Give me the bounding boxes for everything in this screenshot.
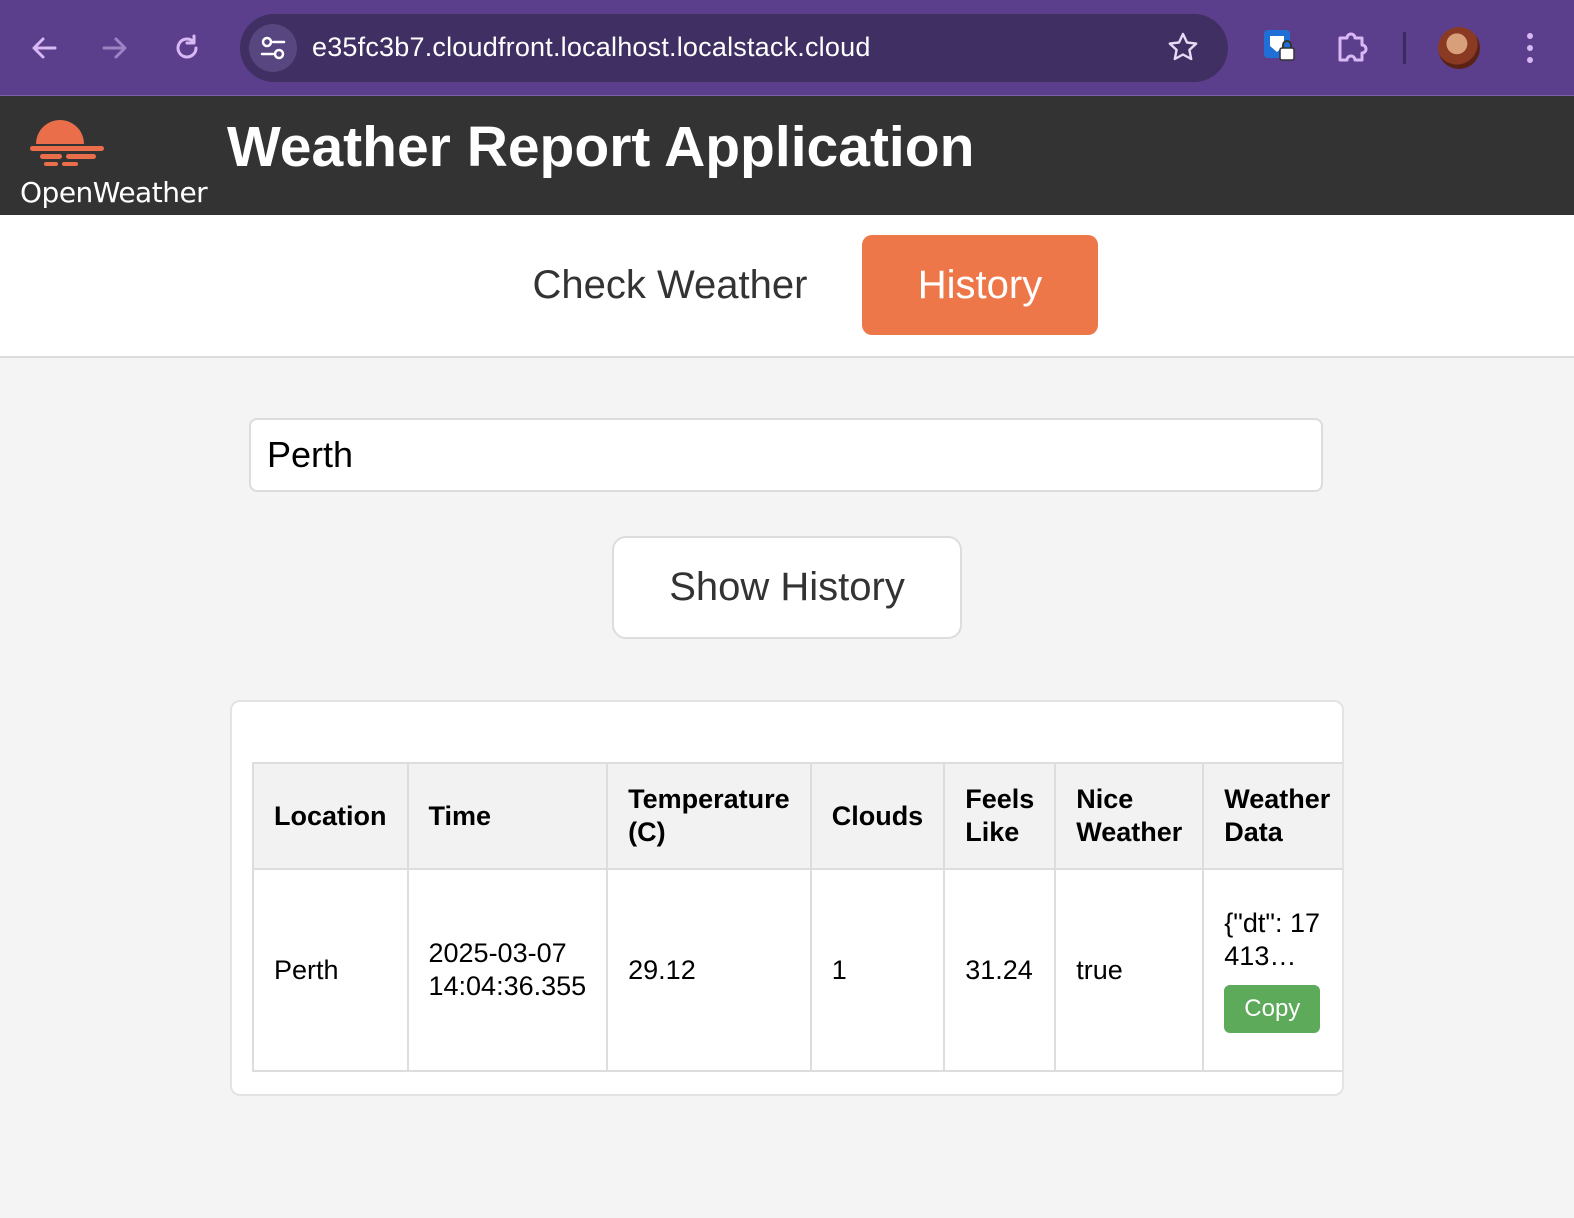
sun-logo-icon xyxy=(30,120,104,166)
reload-icon[interactable] xyxy=(169,30,205,66)
address-bar[interactable]: e35fc3b7.cloudfront.localhost.localstack… xyxy=(240,14,1228,82)
cell-location: Perth xyxy=(252,868,409,1072)
browser-toolbar: e35fc3b7.cloudfront.localhost.localstack… xyxy=(0,0,1574,96)
toolbar-divider xyxy=(1403,32,1406,64)
column-header-weather-data: Weather Data xyxy=(1202,762,1342,870)
tab-history[interactable]: History xyxy=(862,235,1098,335)
history-results-card: Location Time Temperature (C) Clouds Fee… xyxy=(230,700,1344,1096)
site-settings-icon[interactable] xyxy=(249,24,297,72)
column-header-feels-like: Feels Like xyxy=(943,762,1057,870)
column-header-time: Time xyxy=(406,762,609,870)
tab-check-weather[interactable]: Check Weather xyxy=(500,235,840,335)
page-title: Weather Report Application xyxy=(227,115,975,179)
tab-bar: Check Weather History xyxy=(0,215,1574,358)
column-header-location: Location xyxy=(252,762,409,870)
copy-button[interactable]: Copy xyxy=(1224,985,1321,1033)
cell-temperature: 29.12 xyxy=(606,868,812,1072)
profile-avatar[interactable] xyxy=(1438,27,1480,69)
weather-data-json-preview: {"dt": 17413… xyxy=(1224,908,1321,971)
bookmark-star-icon[interactable] xyxy=(1166,30,1200,69)
cell-nice-weather: true xyxy=(1054,868,1205,1072)
cell-feels-like: 31.24 xyxy=(943,868,1057,1072)
location-search-input[interactable] xyxy=(249,418,1323,492)
show-history-button[interactable]: Show History xyxy=(612,536,962,639)
history-table: Location Time Temperature (C) Clouds Fee… xyxy=(252,762,1342,1072)
column-header-clouds: Clouds xyxy=(809,762,946,870)
app-header: OpenWeather Weather Report Application xyxy=(0,96,1574,215)
column-header-temperature: Temperature (C) xyxy=(606,762,812,870)
cell-time: 2025-03-07 14:04:36.355 xyxy=(406,868,609,1072)
back-arrow-icon[interactable] xyxy=(26,30,62,66)
forward-arrow-icon[interactable] xyxy=(97,30,133,66)
table-row: Perth 2025-03-07 14:04:36.355 29.12 1 31… xyxy=(252,868,1342,1072)
openweather-logo[interactable]: OpenWeather xyxy=(18,112,208,209)
extensions-puzzle-icon[interactable] xyxy=(1334,28,1370,69)
cell-weather-data: {"dt": 17413… Copy xyxy=(1202,868,1342,1072)
url-text[interactable]: e35fc3b7.cloudfront.localhost.localstack… xyxy=(312,32,871,63)
logo-text: OpenWeather xyxy=(20,176,208,209)
password-manager-extension-icon[interactable] xyxy=(1262,28,1298,71)
browser-menu-icon[interactable] xyxy=(1522,30,1538,71)
cell-clouds: 1 xyxy=(809,868,946,1072)
table-header-row: Location Time Temperature (C) Clouds Fee… xyxy=(252,762,1342,870)
column-header-nice-weather: Nice Weather xyxy=(1054,762,1205,870)
